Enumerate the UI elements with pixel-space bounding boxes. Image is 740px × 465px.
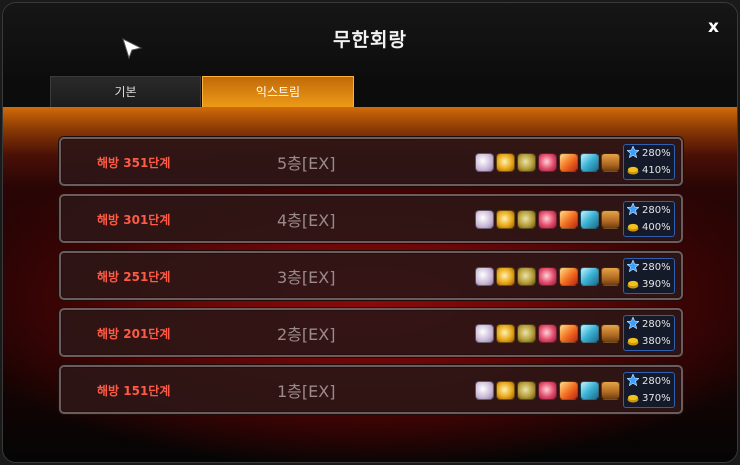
bonus-box: 280% 370%: [623, 372, 675, 408]
floor-name: 3층[EX]: [277, 268, 336, 287]
gold-bonus: 390%: [627, 277, 671, 293]
infinite-corridor-window: 무한회랑 x 기본 익스트림 해방 351단계 5층[EX] 280% 410% 해방 …: [2, 2, 738, 463]
exp-star-icon: [626, 316, 640, 330]
gold-pouch-icon[interactable]: [496, 381, 515, 400]
exp-bonus: 280%: [626, 316, 671, 333]
gold-bonus-value: 410%: [642, 165, 671, 176]
gold-pouch-icon[interactable]: [496, 153, 515, 172]
gold-bonus: 410%: [627, 163, 671, 179]
exp-bonus-value: 280%: [642, 262, 671, 273]
gold-bonus-value: 400%: [642, 222, 671, 233]
treasure-chest-icon[interactable]: [601, 324, 620, 343]
gold-pouch-icon[interactable]: [496, 267, 515, 286]
gold-bonus: 370%: [627, 391, 671, 407]
gold-pouch-icon[interactable]: [496, 210, 515, 229]
gold-coin-icon: [627, 166, 639, 175]
stage-label: 해방 201단계: [97, 327, 171, 341]
dice-icon[interactable]: [475, 210, 494, 229]
gold-coin-icon: [627, 280, 639, 289]
exp-bonus: 280%: [626, 145, 671, 162]
floor-row[interactable]: 해방 201단계 2층[EX] 280% 380%: [59, 308, 683, 357]
stage-label: 해방 301단계: [97, 213, 171, 227]
bonus-box: 280% 410%: [623, 144, 675, 180]
coin-icon[interactable]: [517, 153, 536, 172]
treasure-chest-icon[interactable]: [601, 210, 620, 229]
exp-bonus: 280%: [626, 259, 671, 276]
gold-bonus-value: 390%: [642, 279, 671, 290]
dice-icon[interactable]: [475, 153, 494, 172]
gold-bonus-value: 370%: [642, 393, 671, 404]
gold-bonus-value: 380%: [642, 336, 671, 347]
fire-scroll-icon[interactable]: [559, 267, 578, 286]
treasure-chest-icon[interactable]: [601, 267, 620, 286]
coin-icon[interactable]: [517, 210, 536, 229]
bonus-box: 280% 380%: [623, 315, 675, 351]
pink-orb-icon[interactable]: [538, 267, 557, 286]
blue-book-icon[interactable]: [580, 153, 599, 172]
blue-book-icon[interactable]: [580, 324, 599, 343]
dice-icon[interactable]: [475, 324, 494, 343]
floor-row[interactable]: 해방 351단계 5층[EX] 280% 410%: [59, 137, 683, 186]
gold-pouch-icon[interactable]: [496, 324, 515, 343]
window-title: 무한회랑: [333, 29, 407, 51]
exp-bonus: 280%: [626, 202, 671, 219]
exp-star-icon: [626, 145, 640, 159]
tab-extreme[interactable]: 익스트림: [202, 76, 354, 107]
coin-icon[interactable]: [517, 324, 536, 343]
title-bar: 무한회랑 x: [3, 3, 737, 75]
bonus-box: 280% 400%: [623, 201, 675, 237]
fire-scroll-icon[interactable]: [559, 381, 578, 400]
floor-name: 5층[EX]: [277, 154, 336, 173]
pink-orb-icon[interactable]: [538, 153, 557, 172]
coin-icon[interactable]: [517, 267, 536, 286]
exp-bonus-value: 280%: [642, 205, 671, 216]
exp-star-icon: [626, 259, 640, 273]
gold-coin-icon: [627, 394, 639, 403]
exp-bonus-value: 280%: [642, 148, 671, 159]
treasure-chest-icon[interactable]: [601, 381, 620, 400]
stage-label: 해방 251단계: [97, 270, 171, 284]
gold-bonus: 380%: [627, 334, 671, 350]
gold-coin-icon: [627, 337, 639, 346]
dice-icon[interactable]: [475, 381, 494, 400]
floor-name: 4층[EX]: [277, 211, 336, 230]
blue-book-icon[interactable]: [580, 210, 599, 229]
fire-scroll-icon[interactable]: [559, 153, 578, 172]
floor-name: 1층[EX]: [277, 382, 336, 401]
floor-row[interactable]: 해방 151단계 1층[EX] 280% 370%: [59, 365, 683, 414]
gold-coin-icon: [627, 223, 639, 232]
gold-bonus: 400%: [627, 220, 671, 236]
tab-basic[interactable]: 기본: [50, 76, 201, 107]
fire-scroll-icon[interactable]: [559, 324, 578, 343]
floor-row[interactable]: 해방 251단계 3층[EX] 280% 390%: [59, 251, 683, 300]
stage-label: 해방 151단계: [97, 384, 171, 398]
stage-label: 해방 351단계: [97, 156, 171, 170]
close-button[interactable]: x: [708, 17, 719, 37]
pink-orb-icon[interactable]: [538, 324, 557, 343]
exp-bonus-value: 280%: [642, 319, 671, 330]
treasure-chest-icon[interactable]: [601, 153, 620, 172]
exp-star-icon: [626, 373, 640, 387]
pink-orb-icon[interactable]: [538, 210, 557, 229]
dice-icon[interactable]: [475, 267, 494, 286]
blue-book-icon[interactable]: [580, 381, 599, 400]
floor-row[interactable]: 해방 301단계 4층[EX] 280% 400%: [59, 194, 683, 243]
coin-icon[interactable]: [517, 381, 536, 400]
blue-book-icon[interactable]: [580, 267, 599, 286]
exp-star-icon: [626, 202, 640, 216]
exp-bonus: 280%: [626, 373, 671, 390]
bonus-box: 280% 390%: [623, 258, 675, 294]
floor-name: 2층[EX]: [277, 325, 336, 344]
mouse-cursor-icon: [121, 38, 143, 64]
exp-bonus-value: 280%: [642, 376, 671, 387]
pink-orb-icon[interactable]: [538, 381, 557, 400]
fire-scroll-icon[interactable]: [559, 210, 578, 229]
